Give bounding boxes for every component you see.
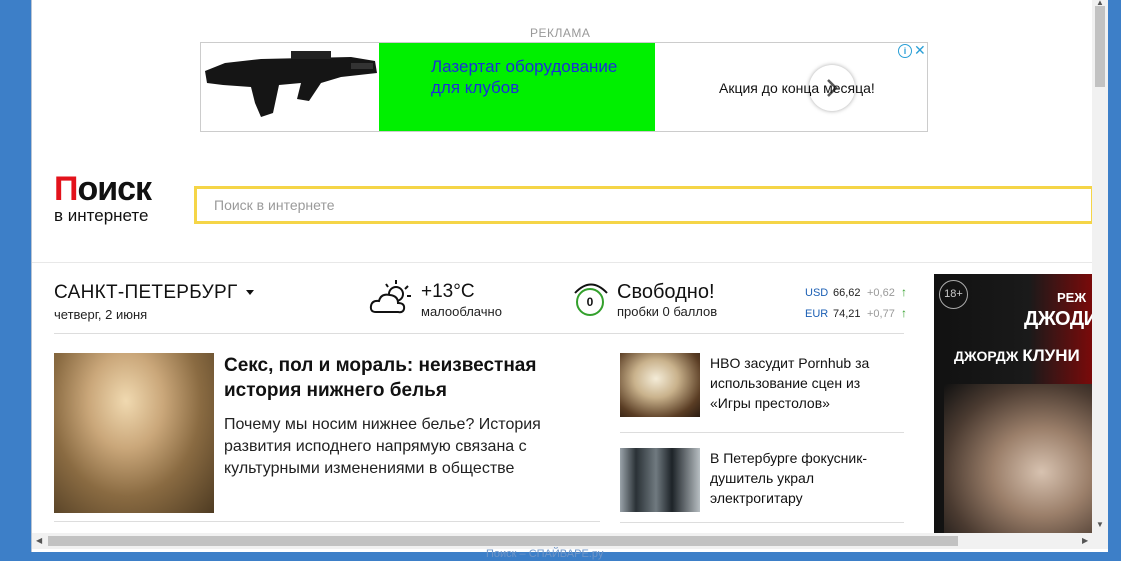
search-input[interactable]: [197, 189, 1091, 221]
traffic-status[interactable]: Свободно!: [617, 281, 715, 304]
scroll-left-icon[interactable]: ◀: [36, 536, 42, 545]
news-item[interactable]: В Петербурге фокусник-душитель украл эле…: [620, 448, 904, 512]
city-name[interactable]: САНКТ-ПЕТЕРБУРГ: [54, 282, 238, 303]
ad-side-text[interactable]: Акция до конца месяца!: [719, 80, 875, 96]
ad-info-icon[interactable]: i: [898, 44, 912, 58]
news-image[interactable]: [620, 353, 700, 417]
divider: [54, 333, 904, 334]
logo-subtitle: в интернете: [54, 206, 149, 225]
main-article-lead[interactable]: Почему мы носим нижнее белье? История ра…: [224, 414, 604, 480]
news-title[interactable]: HBO засудит Pornhub за использование сце…: [710, 353, 900, 413]
scroll-down-icon[interactable]: ▼: [1096, 520, 1104, 529]
laser-gun-image[interactable]: [201, 43, 379, 131]
rate-currency[interactable]: EUR: [805, 304, 833, 324]
rate-value: 66,62: [833, 287, 861, 299]
divider: [620, 522, 904, 523]
rate-value: 74,21: [833, 308, 861, 320]
main-article-image[interactable]: [54, 353, 214, 513]
web-page: РЕКЛАМА Лазертаг оборудование для клубов…: [32, 0, 1092, 533]
rate-row-usd[interactable]: USD 66,62 +0,62 ↑: [805, 282, 907, 303]
weather-temperature[interactable]: +13°C: [421, 281, 475, 303]
search-box[interactable]: [194, 186, 1092, 224]
arrow-up-icon: ↑: [901, 285, 907, 299]
horizontal-scroll-thumb[interactable]: [48, 536, 958, 546]
weather-widget[interactable]: +13°C малооблачно: [368, 278, 502, 323]
city-selector[interactable]: САНКТ-ПЕТЕРБУРГ четверг, 2 июня: [54, 282, 254, 322]
site-logo[interactable]: Поиск в интернете: [54, 170, 152, 225]
currency-rates[interactable]: USD 66,62 +0,62 ↑ EUR 74,21 +0,77 ↑: [805, 282, 907, 324]
ad-close-icon[interactable]: ✕: [914, 42, 926, 59]
top-banner-ad[interactable]: Лазертаг оборудование для клубов Акция д…: [200, 42, 928, 132]
news-title[interactable]: В Петербурге фокусник-душитель украл эле…: [710, 448, 900, 508]
rate-change: +0,77: [867, 308, 895, 320]
age-rating-badge: 18+: [939, 280, 968, 309]
logo-word: оиск: [77, 170, 152, 208]
ad-green-panel[interactable]: Лазертаг оборудование для клубов: [379, 43, 855, 131]
side-ad-actor-first: ДЖОРДЖ: [954, 348, 1019, 364]
ad-label: РЕКЛАМА: [530, 26, 591, 40]
watermark: Поиск – СПАЙВАРЕ.ру: [486, 548, 604, 560]
news-item[interactable]: HBO засудит Pornhub за использование сце…: [620, 353, 904, 417]
arrow-up-icon: ↑: [901, 306, 907, 320]
cloud-sun-icon: [369, 280, 411, 314]
main-article-title[interactable]: Секс, пол и мораль: неизвестная история …: [224, 353, 604, 403]
caret-down-icon[interactable]: [245, 290, 254, 296]
side-ad-line2: ДЖОРДЖ КЛУНИ: [954, 346, 1080, 366]
horizontal-scrollbar[interactable]: ◀ ▶: [32, 533, 1108, 549]
vertical-scroll-thumb[interactable]: [1095, 6, 1105, 87]
side-ad-actor-last: КЛУНИ: [1022, 346, 1080, 365]
scroll-right-icon[interactable]: ▶: [1082, 536, 1088, 545]
rate-currency[interactable]: USD: [805, 283, 833, 303]
current-date: четверг, 2 июня: [54, 307, 148, 322]
ad-headline[interactable]: Лазертаг оборудование для клубов: [431, 56, 631, 98]
rate-change: +0,62: [867, 287, 895, 299]
divider: [32, 262, 1092, 263]
side-movie-ad[interactable]: 18+ РЕЖ ДЖОДИ ДЖОРДЖ КЛУНИ: [934, 274, 1092, 533]
divider: [54, 521, 600, 522]
vertical-scrollbar[interactable]: ▲ ▼: [1092, 0, 1108, 533]
rate-row-eur[interactable]: EUR 74,21 +0,77 ↑: [805, 303, 907, 324]
browser-viewport: РЕКЛАМА Лазертаг оборудование для клубов…: [31, 0, 1108, 552]
side-ad-line0: РЕЖ: [1057, 290, 1087, 305]
traffic-subtitle: пробки 0 баллов: [617, 304, 718, 319]
news-image[interactable]: [620, 448, 700, 512]
divider: [620, 432, 904, 433]
logo-first-letter: П: [54, 170, 78, 208]
side-ad-line1: ДЖОДИ: [1024, 308, 1092, 330]
weather-description: малооблачно: [421, 304, 502, 319]
traffic-score: 0: [576, 288, 604, 316]
side-ad-portrait: [944, 384, 1092, 533]
